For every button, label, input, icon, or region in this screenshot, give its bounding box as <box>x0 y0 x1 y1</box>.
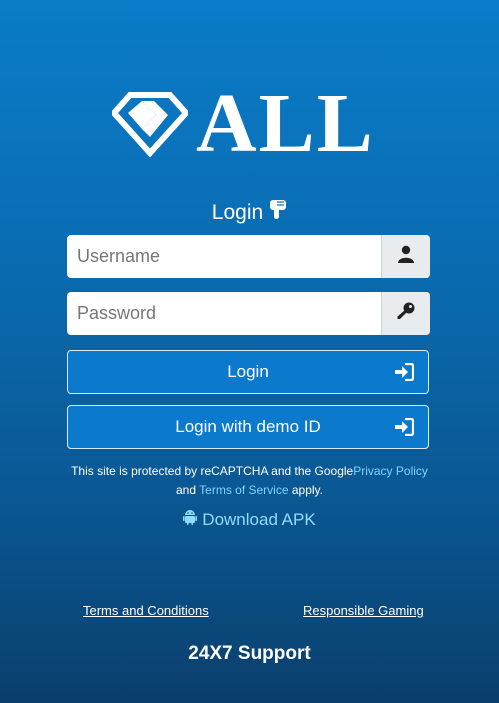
password-field <box>67 292 430 335</box>
sign-in-icon <box>394 362 415 386</box>
recaptcha-notice: This site is protected by reCAPTCHA and … <box>0 462 499 500</box>
hand-pointing-down-icon <box>263 198 287 228</box>
logo-text: ALL <box>196 77 375 170</box>
login-button[interactable]: Login <box>67 350 429 394</box>
support-label[interactable]: 24X7 Support <box>0 643 499 665</box>
key-icon <box>396 301 416 326</box>
password-input[interactable] <box>67 292 381 335</box>
sign-in-icon <box>394 417 415 441</box>
privacy-policy-link[interactable]: Privacy Policy <box>353 464 428 478</box>
username-addon <box>381 235 430 278</box>
terms-of-service-link[interactable]: Terms of Service <box>199 483 288 497</box>
android-icon <box>183 509 202 530</box>
recaptcha-apply: apply. <box>291 483 323 497</box>
download-apk-label: Download APK <box>202 509 316 529</box>
demo-login-button[interactable]: Login with demo ID <box>67 405 429 449</box>
diamond-icon <box>112 91 188 157</box>
username-field <box>67 235 430 278</box>
download-apk-link[interactable]: Download APK <box>0 509 499 530</box>
recaptcha-text: This site is protected by reCAPTCHA and … <box>71 464 354 478</box>
demo-login-button-label: Login with demo ID <box>175 417 321 436</box>
password-addon <box>381 292 430 335</box>
terms-and-conditions-link[interactable]: Terms and Conditions <box>83 603 209 618</box>
login-button-label: Login <box>227 362 269 381</box>
login-heading: Login <box>0 198 499 228</box>
recaptcha-and: and <box>176 483 197 497</box>
username-input[interactable] <box>67 235 381 278</box>
brand-logo: ALL <box>112 82 375 166</box>
login-heading-text: Login <box>211 201 264 224</box>
user-icon <box>397 245 415 268</box>
responsible-gaming-link[interactable]: Responsible Gaming <box>303 603 424 618</box>
